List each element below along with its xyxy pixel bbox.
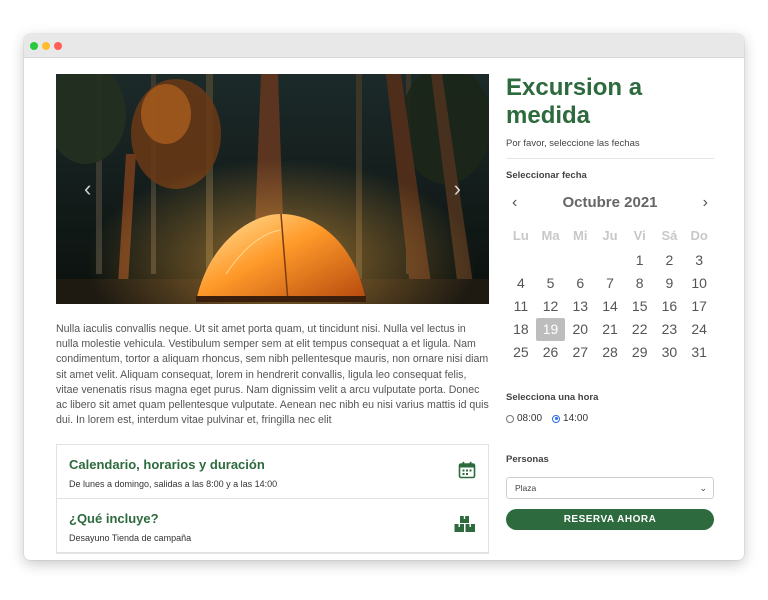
time-section-label: Selecciona una hora xyxy=(506,392,599,403)
persons-section-label: Personas xyxy=(506,454,549,465)
accordion-item-includes[interactable]: ¿Qué incluye? Desayuno Tienda de campaña xyxy=(57,499,488,553)
calendar-day[interactable]: 12 xyxy=(536,295,566,318)
accordion-subtitle: Desayuno Tienda de campaña xyxy=(69,533,192,543)
calendar-day[interactable]: 28 xyxy=(595,341,625,364)
calendar-day[interactable]: 14 xyxy=(595,295,625,318)
tent-forest-image xyxy=(56,74,489,304)
accordion-title: ¿Qué incluye? xyxy=(69,511,159,526)
window-minimize-button[interactable] xyxy=(42,42,50,50)
calendar-day[interactable]: 2 xyxy=(655,249,685,272)
time-option-label: 14:00 xyxy=(563,413,589,424)
calendar-next-month-icon[interactable]: › xyxy=(703,193,708,213)
window-close-button[interactable] xyxy=(54,42,62,50)
calendar-blank-cell xyxy=(595,249,625,272)
chevron-down-icon: ⌄ xyxy=(699,483,707,493)
calendar-weekday: Mi xyxy=(573,228,588,243)
calendar-day[interactable]: 10 xyxy=(684,272,714,295)
calendar-grid: Lu Ma Mi Ju Vi Sá Do 1 2 3 4 5 6 7 8 9 10 11 12 13 14 15 16 17 1… xyxy=(506,223,714,364)
calendar-day[interactable]: 20 xyxy=(565,318,595,341)
divider xyxy=(506,158,714,159)
calendar-weekday: Sá xyxy=(661,228,678,243)
time-option-1400[interactable]: 14:00 xyxy=(552,413,588,424)
calendar-day-selected[interactable]: 19 xyxy=(535,318,566,341)
browser-window: ‹ › Nulla iaculis convallis neque. Ut si… xyxy=(24,34,744,560)
time-option-label: 08:00 xyxy=(517,413,543,424)
calendar-day[interactable]: 6 xyxy=(565,272,595,295)
calendar-weekday: Lu xyxy=(512,228,529,243)
calendar-day[interactable]: 29 xyxy=(625,341,655,364)
calendar-day[interactable]: 25 xyxy=(506,341,536,364)
calendar-day[interactable]: 4 xyxy=(506,272,536,295)
calendar-day[interactable]: 5 xyxy=(536,272,566,295)
date-section-label: Seleccionar fecha xyxy=(506,170,587,181)
carousel-next-arrow-icon[interactable]: › xyxy=(454,176,461,202)
calendar-day[interactable]: 8 xyxy=(625,272,655,295)
calendar-day[interactable]: 9 xyxy=(655,272,685,295)
calendar-weekday: Vi xyxy=(633,228,646,243)
calendar-day[interactable]: 24 xyxy=(684,318,714,341)
calendar-day[interactable]: 26 xyxy=(536,341,566,364)
accordion-item-schedule[interactable]: Calendario, horarios y duración De lunes… xyxy=(57,445,488,499)
product-page: ‹ › Nulla iaculis convallis neque. Ut si… xyxy=(24,58,744,560)
calendar-weekday: Do xyxy=(690,228,708,243)
time-option-0800[interactable]: 08:00 xyxy=(506,413,542,424)
reserve-now-button[interactable]: RESERVA AHORA xyxy=(506,509,714,530)
window-maximize-button[interactable] xyxy=(30,42,38,50)
calendar-day[interactable]: 13 xyxy=(565,295,595,318)
calendar-blank-cell xyxy=(506,249,536,272)
product-description: Nulla iaculis convallis neque. Ut sit am… xyxy=(56,323,489,427)
calendar-day[interactable]: 17 xyxy=(684,295,714,318)
info-accordion: Calendario, horarios y duración De lunes… xyxy=(56,444,489,554)
radio-checked-icon[interactable] xyxy=(552,414,561,423)
booking-panel: Excursion a medida Por favor, seleccione… xyxy=(506,74,714,530)
calendar-month-label: Octubre 2021 xyxy=(562,194,658,211)
calendar-prev-month-icon[interactable]: ‹ xyxy=(512,193,517,213)
calendar-icon xyxy=(458,461,476,479)
calendar-day[interactable]: 18 xyxy=(506,318,536,341)
calendar-day[interactable]: 31 xyxy=(684,341,714,364)
calendar-day[interactable]: 27 xyxy=(565,341,595,364)
product-title: Excursion a medida xyxy=(506,74,643,129)
accordion-subtitle: De lunes a domingo, salidas a las 8:00 y… xyxy=(69,479,278,489)
calendar-blank-cell xyxy=(536,249,566,272)
calendar-day[interactable]: 30 xyxy=(655,341,685,364)
calendar-day[interactable]: 22 xyxy=(625,318,655,341)
calendar-day[interactable]: 23 xyxy=(655,318,685,341)
calendar-day[interactable]: 16 xyxy=(655,295,685,318)
calendar-day[interactable]: 11 xyxy=(506,295,536,318)
window-titlebar xyxy=(24,34,744,58)
calendar-day[interactable]: 7 xyxy=(595,272,625,295)
calendar-weekday: Ma xyxy=(541,228,560,243)
radio-unchecked-icon[interactable] xyxy=(506,414,514,423)
persons-select-value: Plaza xyxy=(515,483,537,493)
time-options: 08:00 14:00 xyxy=(506,413,714,424)
calendar-day[interactable]: 3 xyxy=(684,249,714,272)
accordion-title: Calendario, horarios y duración xyxy=(69,457,265,472)
calendar-weekday: Ju xyxy=(602,228,618,243)
carousel-prev-arrow-icon[interactable]: ‹ xyxy=(84,176,91,202)
calendar-day[interactable]: 21 xyxy=(595,318,625,341)
calendar-day[interactable]: 1 xyxy=(625,249,655,272)
persons-select[interactable]: Plaza ⌄ xyxy=(506,477,714,499)
calendar-header: ‹ Octubre 2021 › xyxy=(506,193,714,213)
calendar-blank-cell xyxy=(565,249,595,272)
calendar-day[interactable]: 15 xyxy=(625,295,655,318)
hero-image-carousel: ‹ › xyxy=(56,74,489,304)
product-subtitle: Por favor, seleccione las fechas xyxy=(506,138,640,149)
boxes-icon xyxy=(454,516,475,532)
